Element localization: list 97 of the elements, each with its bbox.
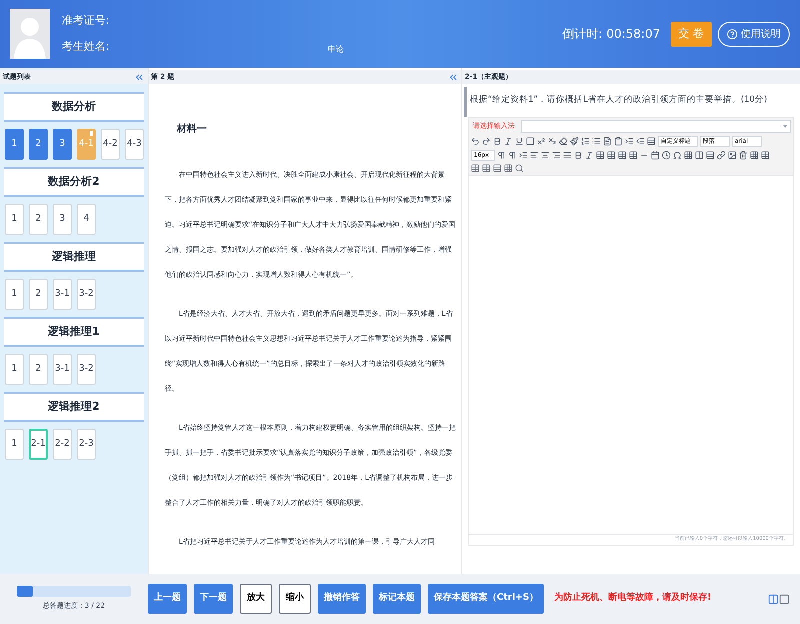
toolbar-icon[interactable] (603, 137, 612, 146)
toolbar-icon[interactable] (526, 137, 535, 146)
toolbar-button[interactable]: 放大 (240, 584, 272, 614)
toolbar-icon[interactable] (482, 137, 491, 146)
toolbar-icon[interactable] (574, 151, 583, 160)
toolbar-icon[interactable] (695, 151, 704, 160)
material-heading: 材料一 (176, 122, 208, 137)
section-header: 逻辑推理 (4, 242, 144, 272)
toolbar-icon[interactable] (563, 151, 572, 160)
toolbar-icon[interactable] (508, 151, 517, 160)
toolbar-icon[interactable] (585, 151, 594, 160)
toolbar-icon[interactable] (482, 164, 491, 173)
input-method-select[interactable] (521, 120, 791, 133)
question-number[interactable]: 1 (5, 429, 24, 460)
toolbar-icon[interactable] (717, 151, 726, 160)
question-number[interactable]: 3-1 (53, 279, 72, 310)
toolbar-icon[interactable] (596, 151, 605, 160)
toolbar-icon[interactable] (497, 151, 506, 160)
toolbar-button[interactable]: 缩小 (279, 584, 311, 614)
toolbar-icon[interactable] (515, 164, 524, 173)
question-number[interactable]: 2 (29, 279, 48, 310)
section-header: 数据分析2 (4, 167, 144, 197)
countdown-time: 00:58:07 (606, 26, 660, 43)
toolbar-icon[interactable] (647, 137, 656, 146)
toolbar-icon[interactable] (651, 151, 660, 160)
question-number[interactable]: 2 (29, 354, 48, 385)
toolbar-icon[interactable] (662, 151, 671, 160)
single-view-icon[interactable] (779, 594, 790, 604)
toolbar-icon[interactable] (636, 137, 645, 146)
countdown-label: 倒计时: (562, 26, 603, 43)
bookmark-icon (90, 131, 93, 136)
question-number[interactable]: 4-3 (125, 129, 144, 160)
toolbar-icon[interactable] (519, 151, 528, 160)
toolbar-icon[interactable] (706, 151, 715, 160)
toolbar-icon[interactable] (552, 151, 561, 160)
toolbar-icon[interactable] (548, 137, 557, 146)
section-header: 逻辑推理1 (4, 317, 144, 347)
question-text: 根据“给定资料1”，请你概括L省在人才的政治引领方面的主要举措。(10分) (469, 94, 768, 107)
toolbar-icon[interactable] (581, 137, 590, 146)
toolbar-button[interactable]: 标记本题 (373, 584, 421, 614)
subject-title: 申论 (328, 44, 344, 56)
toolbar-button[interactable]: 保存本题答案（Ctrl+S） (428, 584, 544, 614)
question-number[interactable]: 2 (29, 204, 48, 235)
toolbar-icon[interactable] (471, 164, 480, 173)
toolbar-icon[interactable] (684, 151, 693, 160)
toolbar-icon[interactable] (592, 137, 601, 146)
toolbar-icon[interactable] (541, 151, 550, 160)
split-view-icon[interactable] (768, 594, 779, 604)
toolbar-icon[interactable] (570, 137, 579, 146)
question-number[interactable]: 2-1 (29, 429, 48, 460)
toolbar-icon[interactable] (493, 137, 502, 146)
question-number[interactable]: 1 (5, 204, 24, 235)
save-warning: 为防止死机、断电等故障，请及时保存! (554, 592, 712, 606)
toolbar-icon[interactable] (607, 151, 616, 160)
toolbar-icon[interactable] (471, 137, 480, 146)
toolbar-icon[interactable] (750, 151, 759, 160)
help-icon (727, 28, 738, 40)
help-button[interactable]: 使用说明 (718, 22, 790, 46)
question-number[interactable]: 3-2 (77, 354, 96, 385)
section-header: 数据分析 (4, 92, 144, 122)
toolbar-icon[interactable] (530, 151, 539, 160)
section-header: 逻辑推理2 (4, 392, 144, 422)
question-number[interactable]: 3-2 (77, 279, 96, 310)
avatar-icon (10, 9, 50, 59)
toolbar-button[interactable]: 下一题 (194, 584, 233, 614)
question-number[interactable]: 2-2 (53, 429, 72, 460)
dropdown-caret-icon (783, 125, 788, 128)
toolbar-icon[interactable] (625, 137, 634, 146)
toolbar-icon[interactable] (673, 151, 682, 160)
name-label: 考生姓名: (62, 39, 110, 55)
toolbar-button[interactable]: 上一题 (148, 584, 187, 614)
toolbar-icon[interactable] (559, 137, 568, 146)
question-number[interactable]: 2-3 (77, 429, 96, 460)
toolbar-icon[interactable] (614, 137, 623, 146)
question-number[interactable]: 1 (5, 354, 24, 385)
collapse-icon[interactable] (134, 72, 145, 82)
toolbar-icon[interactable] (761, 151, 770, 160)
question-number[interactable]: 1 (5, 129, 24, 160)
toolbar-icon[interactable] (537, 137, 546, 146)
question-number[interactable]: 2 (29, 129, 48, 160)
id-label: 准考证号: (62, 12, 110, 28)
toolbar-icon[interactable] (618, 151, 627, 160)
question-number[interactable]: 3 (53, 129, 72, 160)
toolbar-icon[interactable] (504, 164, 513, 173)
question-number[interactable]: 4 (77, 204, 96, 235)
question-number[interactable]: 4-2 (101, 129, 120, 160)
toolbar-icon[interactable] (504, 137, 513, 146)
toolbar-icon[interactable] (515, 137, 524, 146)
question-number[interactable]: 1 (5, 279, 24, 310)
toolbar-icon[interactable] (728, 151, 737, 160)
toolbar-icon[interactable] (739, 151, 748, 160)
collapse-icon[interactable] (448, 72, 459, 82)
question-number[interactable]: 3 (53, 204, 72, 235)
question-number[interactable]: 3-1 (53, 354, 72, 385)
toolbar-button[interactable]: 撤销作答 (318, 584, 366, 614)
toolbar-icon[interactable] (629, 151, 638, 160)
toolbar-icon[interactable] (493, 164, 502, 173)
